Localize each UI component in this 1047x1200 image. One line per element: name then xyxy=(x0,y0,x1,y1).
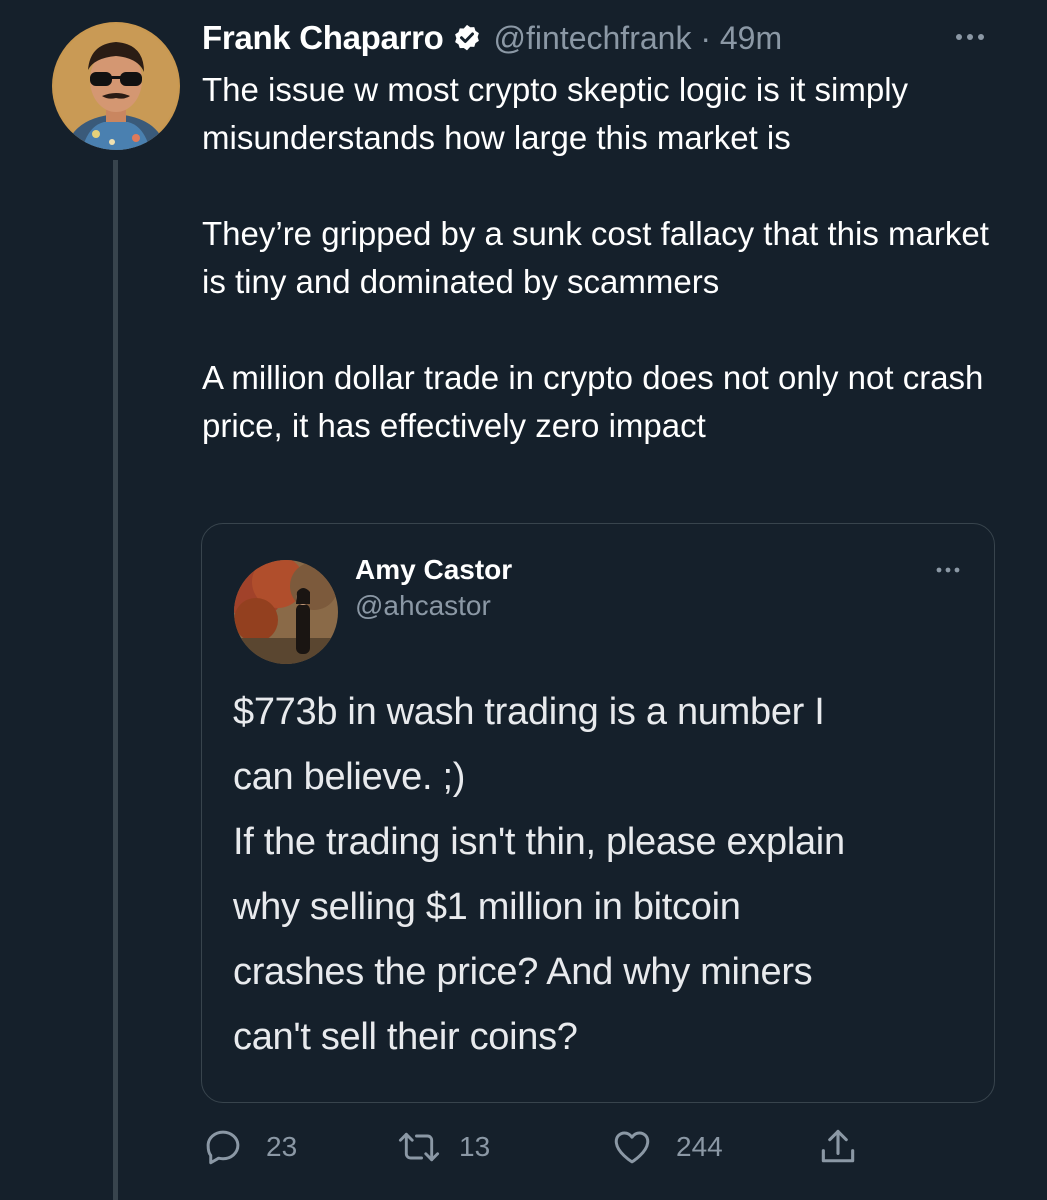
like-count: 244 xyxy=(676,1131,723,1162)
more-icon[interactable] xyxy=(945,22,995,52)
retweet-count: 13 xyxy=(459,1131,491,1162)
author-handle[interactable]: @fintechfrank xyxy=(494,20,692,56)
author-avatar[interactable] xyxy=(52,22,180,150)
thread-line xyxy=(113,160,118,1200)
share-button[interactable] xyxy=(816,1124,860,1170)
quoted-more-icon[interactable] xyxy=(928,560,968,580)
quoted-author-handle[interactable]: @ahcastor xyxy=(355,590,491,622)
quoted-text-line: $773b in wash trading is a number I xyxy=(233,691,825,733)
author-name[interactable]: Frank Chaparro xyxy=(202,19,444,57)
retweet-button[interactable]: 13 xyxy=(397,1124,490,1170)
handle-time: @fintechfrank · 49m xyxy=(494,20,783,57)
tweet-text: The issue w most crypto skeptic logic is… xyxy=(202,66,1012,450)
heart-icon xyxy=(614,1131,650,1164)
timestamp[interactable]: 49m xyxy=(720,20,782,56)
quoted-author-name[interactable]: Amy Castor xyxy=(355,554,512,586)
tweet-paragraph: The issue w most crypto skeptic logic is… xyxy=(202,71,909,156)
quoted-text-line: can't sell their coins? xyxy=(233,1016,578,1058)
reply-count: 23 xyxy=(266,1131,298,1162)
separator-dot: · xyxy=(700,19,711,56)
tweet-header: Frank Chaparro @fintechfrank · 49m xyxy=(202,16,987,60)
verified-badge-icon xyxy=(452,23,482,53)
quoted-text-line: why selling $1 million in bitcoin xyxy=(233,886,741,928)
quoted-text-line: crashes the price? And why miners xyxy=(233,951,813,993)
retweet-icon xyxy=(398,1132,440,1162)
quoted-text-line: can believe. ;) xyxy=(233,756,466,798)
share-icon xyxy=(821,1129,855,1163)
quoted-author-avatar[interactable] xyxy=(234,560,338,664)
reply-button[interactable]: 23 xyxy=(202,1124,297,1170)
like-button[interactable]: 244 xyxy=(610,1124,723,1170)
reply-icon xyxy=(206,1130,240,1165)
tweet-paragraph: A million dollar trade in crypto does no… xyxy=(202,359,984,444)
quoted-tweet[interactable]: Amy Castor @ahcastor $773b in wash tradi… xyxy=(201,523,995,1103)
tweet-paragraph: They’re gripped by a sunk cost fallacy t… xyxy=(202,215,989,300)
quoted-text-line: If the trading isn't thin, please explai… xyxy=(233,821,845,863)
quoted-tweet-text: $773b in wash trading is a number I can … xyxy=(233,680,973,1070)
